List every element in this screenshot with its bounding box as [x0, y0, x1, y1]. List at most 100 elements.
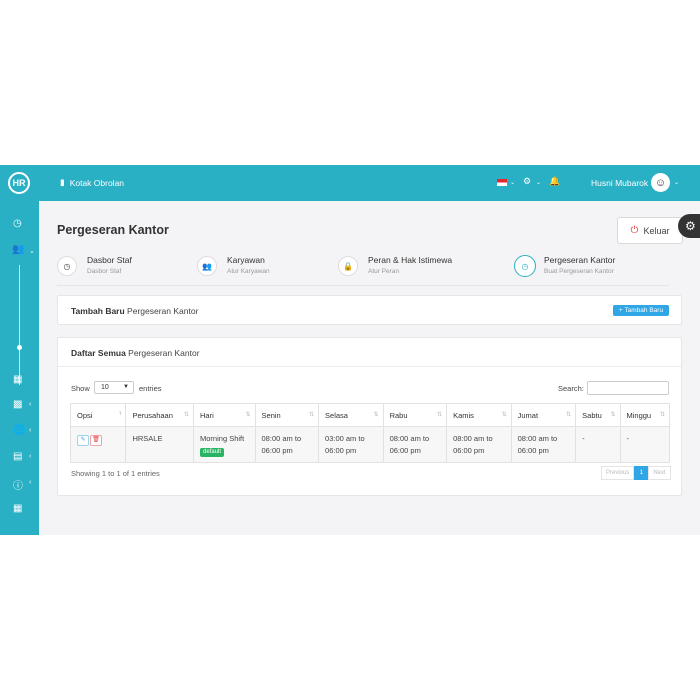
settings-gear-icon[interactable]: ⚙: [678, 214, 700, 238]
cell-minggu: -: [619, 426, 670, 463]
dashboard-icon[interactable]: ◷: [13, 218, 22, 229]
col-rabu[interactable]: Rabu ⇅: [382, 403, 448, 427]
trash-icon[interactable]: 🗑: [90, 435, 102, 446]
sort-asc-icon: ↑: [118, 411, 122, 417]
globe-icon[interactable]: 🌐: [13, 425, 25, 436]
add-new-button[interactable]: + Tambah Baru: [613, 305, 669, 316]
add-new-card: Tambah Baru Pergeseran Kantor + Tambah B…: [57, 295, 682, 325]
cell-shift: Morning Shift default: [193, 426, 256, 463]
showing-info: Showing 1 to 1 of 1 entries: [71, 469, 160, 478]
sort-icon: ⇅: [309, 412, 315, 418]
col-perusahaan[interactable]: Perusahaan ⇅: [125, 403, 195, 427]
lock-icon: 🔒: [338, 256, 358, 276]
sort-icon: ⇅: [566, 412, 572, 418]
cell-rabu: 08:00 am to 06:00 pm: [382, 426, 448, 463]
step-subtitle: Atur Karyawan: [227, 268, 270, 275]
col-selasa[interactable]: Selasa ⇅: [318, 403, 384, 427]
col-minggu[interactable]: Minggu ⇅: [619, 403, 670, 427]
search-label: Search:: [558, 384, 584, 393]
gear-icon[interactable]: ⚙: [523, 176, 531, 187]
sort-icon: ⇅: [437, 412, 443, 418]
chevron-left-icon: ‹: [29, 427, 32, 434]
logout-button[interactable]: ⏻ Keluar: [617, 217, 683, 244]
chat-link[interactable]: ▮ Kotak Obrolan: [60, 177, 124, 188]
header-label: Hari: [200, 410, 214, 420]
shift-table: Opsi ↑ Perusahaan ⇅ Hari ⇅ Senin ⇅ Selasa ⇅ R…: [69, 403, 670, 463]
sidebar-tree-line: [19, 265, 20, 385]
chat-icon: ▮: [60, 177, 65, 187]
logout-label: Keluar: [643, 225, 670, 236]
logo[interactable]: HR: [8, 172, 30, 194]
col-hari[interactable]: Hari ⇅: [193, 403, 256, 427]
step-title: Karyawan: [227, 255, 265, 265]
col-opsi[interactable]: Opsi ↑: [69, 403, 127, 427]
step-dasbor-staf[interactable]: ◷ Dasbor Staf Dasbor Staf: [57, 253, 187, 281]
default-badge: default: [200, 448, 225, 457]
topbar: HR ▮ Kotak Obrolan ⌄ ⚙ ⌄ 🔔 Husni Mubarok…: [0, 165, 700, 201]
header-label: Kamis: [453, 410, 474, 420]
show-label: Show: [71, 384, 90, 393]
chevron-down-icon: ⌄: [674, 180, 680, 186]
chat-label: Kotak Obrolan: [69, 177, 125, 188]
sort-icon: ⇅: [501, 412, 507, 418]
next-button[interactable]: Next: [648, 466, 671, 480]
sort-icon: ⇅: [610, 412, 616, 418]
cell-senin: 08:00 am to 06:00 pm: [254, 426, 320, 463]
flag-icon[interactable]: [497, 179, 507, 186]
cell-company: HRSALE: [125, 426, 195, 463]
time-end: 06:00 pm: [517, 446, 549, 455]
header-label: Minggu: [626, 410, 652, 420]
page-1-button[interactable]: 1: [634, 466, 649, 480]
entries-label: entries: [139, 384, 162, 393]
pagination: Previous 1 Next: [601, 466, 671, 481]
card-title-rest: Pergeseran Kantor: [125, 348, 200, 358]
cell-selasa: 03:00 am to 06:00 pm: [318, 426, 384, 463]
calculator-icon[interactable]: ▦: [13, 374, 22, 385]
col-sabtu[interactable]: Sabtu ⇅: [575, 403, 621, 427]
previous-button[interactable]: Previous: [601, 466, 635, 480]
entries-select[interactable]: 10 ▼: [94, 381, 134, 394]
time-end: 06:00 pm: [389, 446, 421, 455]
col-senin[interactable]: Senin ⇅: [254, 403, 320, 427]
sidebar: ◷ 👥 ⌄ ▦ ▩ ‹ 🌐 ‹ ▤ ‹ ⓘ ‹ ▦: [0, 201, 39, 535]
edit-icon[interactable]: ✎: [77, 435, 89, 446]
step-karyawan[interactable]: 👥 Karyawan Atur Karyawan: [197, 253, 327, 281]
time-start: 08:00 am to: [261, 434, 302, 443]
col-jumat[interactable]: Jumat ⇅: [510, 403, 577, 427]
col-kamis[interactable]: Kamis ⇅: [446, 403, 512, 427]
step-pergeseran-kantor[interactable]: ◷ Pergeseran Kantor Buat Pergeseran Kant…: [514, 253, 664, 281]
power-icon: ⏻: [630, 225, 639, 236]
step-peran[interactable]: 🔒 Peran & Hak Istimewa Atur Peran: [338, 253, 488, 281]
table-row: ✎ 🗑 HRSALE Morning Shift default 08:00 am…: [69, 426, 670, 463]
card-title-rest: Pergeseran Kantor: [124, 306, 199, 316]
sort-icon: ⇅: [183, 412, 190, 418]
time-start: 08:00 am to: [453, 434, 493, 443]
info-icon[interactable]: ⓘ: [13, 477, 23, 492]
card-title-bold: Daftar Semua: [71, 348, 126, 358]
header-label: Selasa: [325, 410, 348, 420]
money-icon[interactable]: ▩: [13, 399, 22, 410]
chevron-down-icon: ⌄: [536, 180, 542, 186]
cell-opsi: ✎ 🗑: [69, 426, 127, 463]
search-input[interactable]: [587, 381, 669, 395]
avatar[interactable]: ☺: [651, 173, 670, 192]
cell-sabtu: -: [575, 426, 621, 463]
cell-kamis: 08:00 am to 06:00 pm: [446, 426, 512, 463]
step-title: Dasbor Staf: [87, 255, 132, 265]
user-name[interactable]: Husni Mubarok: [591, 178, 648, 188]
divider: [57, 285, 669, 286]
users-icon[interactable]: 👥: [12, 244, 24, 255]
table-header-row: Opsi ↑ Perusahaan ⇅ Hari ⇅ Senin ⇅ Selasa ⇅ R…: [69, 403, 670, 427]
calendar-icon[interactable]: ▦: [13, 503, 22, 514]
time-end: 06:00 pm: [453, 446, 485, 455]
bell-icon[interactable]: 🔔: [549, 176, 560, 187]
page-title: Pergeseran Kantor: [57, 223, 169, 237]
step-title: Pergeseran Kantor: [544, 255, 616, 265]
chevron-left-icon: ‹: [29, 453, 32, 460]
time-start: 08:00 am to: [517, 434, 558, 443]
header-label: Perusahaan: [132, 410, 173, 420]
entries-value: 10: [101, 384, 109, 391]
header-label: Jumat: [517, 410, 539, 420]
building-icon[interactable]: ▤: [13, 451, 22, 462]
header-label: Sabtu: [582, 410, 602, 420]
